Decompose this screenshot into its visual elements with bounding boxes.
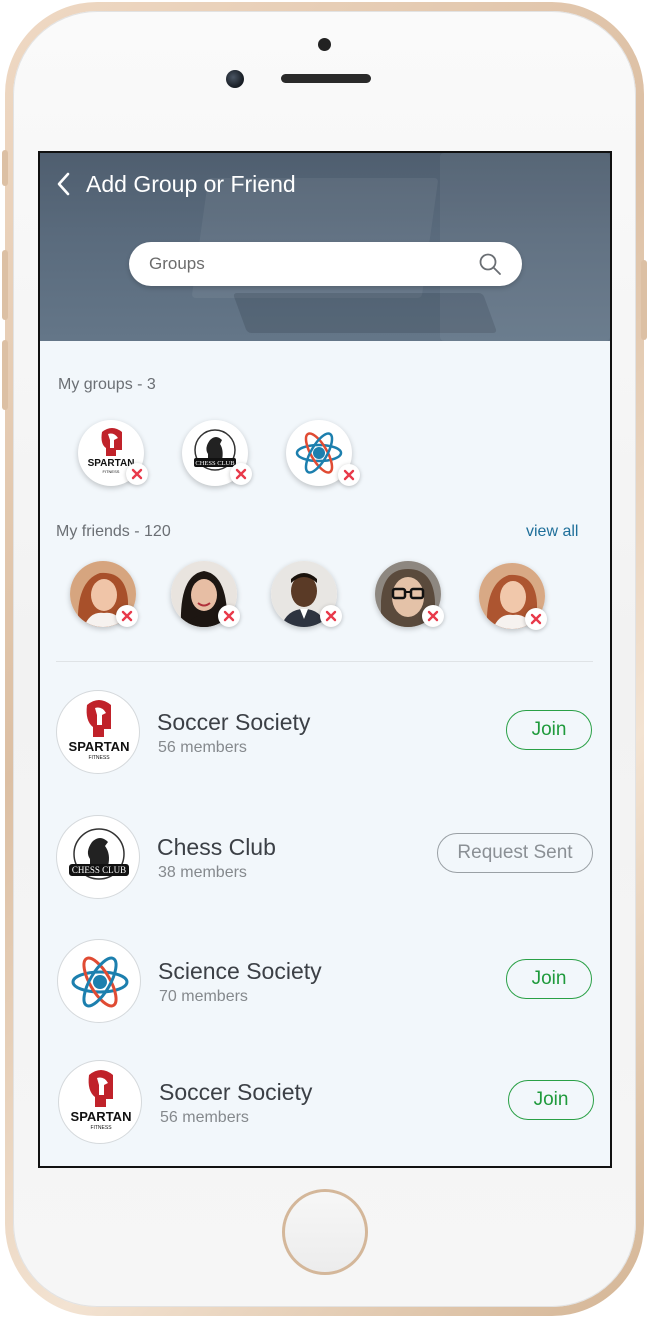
remove-group-button[interactable] [230, 463, 252, 485]
my-friends-label: My friends - 120 [56, 523, 171, 540]
header: Add Group or Friend [40, 153, 610, 341]
science-atom-logo [71, 956, 129, 1008]
search-input[interactable] [149, 242, 469, 286]
spartan-logo-subtext: FITNESS [88, 755, 110, 761]
remove-group-button[interactable] [338, 464, 360, 486]
spartan-logo-subtext: FITNESS [103, 469, 120, 474]
close-icon [325, 610, 337, 622]
close-icon [121, 610, 133, 622]
group-logo: SPARTAN FITNESS [56, 690, 140, 774]
chess-club-logo: CHESS CLUB [69, 828, 129, 880]
spartan-logo-text: SPARTAN [69, 739, 130, 754]
spartan-fitness-logo: SPARTAN FITNESS [69, 700, 130, 761]
volume-down-button [2, 340, 8, 410]
volume-up-button [2, 250, 8, 320]
close-icon [235, 468, 247, 480]
mute-switch [2, 150, 8, 186]
view-all-link[interactable]: view all [526, 523, 578, 541]
search-bar[interactable] [129, 242, 522, 286]
spartan-logo-text: SPARTAN [71, 1109, 132, 1124]
group-name: Soccer Society [159, 1079, 313, 1105]
chess-logo-text: CHESS CLUB [72, 865, 126, 875]
spartan-fitness-logo: SPARTAN FITNESS [71, 1070, 132, 1131]
remove-friend-button[interactable] [218, 605, 240, 627]
close-icon [223, 610, 235, 622]
section-divider [56, 661, 593, 662]
group-member-count: 38 members [158, 864, 247, 881]
group-member-count: 56 members [160, 1109, 249, 1126]
request-sent-button[interactable]: Request Sent [437, 833, 593, 873]
spartan-logo-subtext: FITNESS [90, 1125, 112, 1131]
group-name: Science Society [158, 958, 322, 984]
remove-friend-button[interactable] [116, 605, 138, 627]
my-groups-label: My groups - 3 [58, 376, 156, 393]
close-icon [427, 610, 439, 622]
power-button [641, 260, 647, 340]
group-logo: SPARTAN FITNESS [58, 1060, 142, 1144]
group-member-count: 70 members [159, 988, 248, 1005]
group-logo: CHESS CLUB [56, 815, 140, 899]
app-screen: Add Group or Friend My groups - 3 SPARTA… [38, 151, 612, 1168]
close-icon [131, 468, 143, 480]
remove-friend-button[interactable] [525, 608, 547, 630]
remove-group-button[interactable] [126, 463, 148, 485]
home-button[interactable] [282, 1189, 368, 1275]
group-name: Soccer Society [157, 709, 311, 735]
close-icon [343, 469, 355, 481]
remove-friend-button[interactable] [422, 605, 444, 627]
remove-friend-button[interactable] [320, 605, 342, 627]
join-button[interactable]: Join [506, 959, 592, 999]
group-logo [57, 939, 141, 1023]
back-button[interactable] [54, 171, 74, 197]
join-button[interactable]: Join [508, 1080, 594, 1120]
chevron-left-icon [57, 172, 70, 196]
search-icon[interactable] [478, 252, 502, 276]
close-icon [530, 613, 542, 625]
page-title: Add Group or Friend [86, 171, 296, 197]
join-button[interactable]: Join [506, 710, 592, 750]
group-member-count: 56 members [158, 739, 247, 756]
group-name: Chess Club [157, 834, 276, 860]
front-camera [226, 70, 244, 88]
proximity-sensor [318, 38, 331, 51]
earpiece-speaker [281, 74, 371, 83]
